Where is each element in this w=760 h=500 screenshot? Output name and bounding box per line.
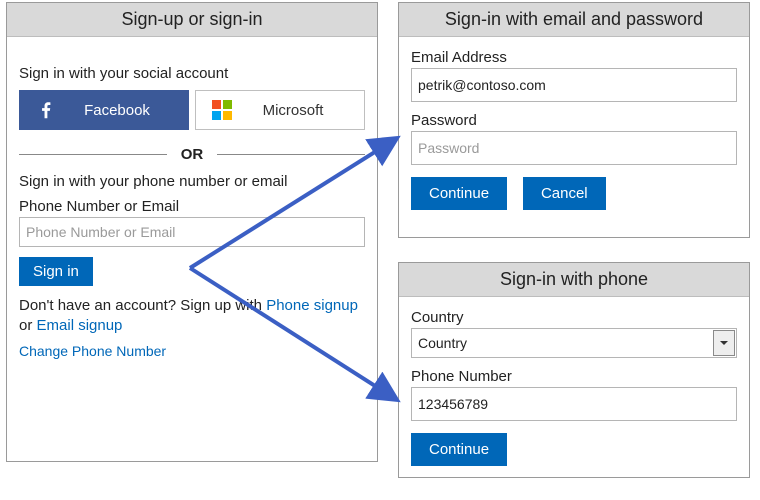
local-field-label: Phone Number or Email	[19, 198, 365, 215]
signup-signin-panel: Sign-up or sign-in Sign in with your soc…	[6, 2, 378, 462]
email-continue-button[interactable]: Continue	[411, 177, 507, 210]
phone-signup-link[interactable]: Phone signup	[266, 297, 358, 314]
country-select[interactable]	[411, 328, 737, 358]
phone-continue-button[interactable]: Continue	[411, 433, 507, 466]
password-input[interactable]	[411, 131, 737, 165]
country-select-wrap	[411, 328, 737, 358]
facebook-signin-button[interactable]: Facebook	[19, 90, 189, 130]
phone-or-email-input[interactable]	[19, 217, 365, 247]
email-buttons-row: Continue Cancel	[411, 177, 737, 210]
signin-email-panel: Sign-in with email and password Email Ad…	[398, 2, 750, 238]
email-input[interactable]	[411, 68, 737, 102]
signup-prefix: Don't have an account? Sign up with	[19, 297, 266, 314]
change-phone-number-link[interactable]: Change Phone Number	[19, 343, 166, 359]
email-signup-link[interactable]: Email signup	[37, 317, 123, 334]
signin-phone-title: Sign-in with phone	[399, 263, 749, 297]
signup-signin-body: Sign in with your social account Faceboo…	[7, 37, 377, 373]
signin-email-title: Sign-in with email and password	[399, 3, 749, 37]
signin-email-body: Email Address Password Continue Cancel	[399, 37, 749, 224]
microsoft-signin-button[interactable]: Microsoft	[195, 90, 365, 130]
local-signin-prompt: Sign in with your phone number or email	[19, 173, 365, 190]
signin-button[interactable]: Sign in	[19, 257, 93, 286]
divider-line-right	[217, 154, 365, 155]
social-buttons-row: Facebook Microsoft	[19, 90, 365, 130]
phone-number-label: Phone Number	[411, 368, 737, 385]
microsoft-icon	[202, 92, 242, 128]
signup-signin-title: Sign-up or sign-in	[7, 3, 377, 37]
social-signin-prompt: Sign in with your social account	[19, 65, 365, 82]
password-label: Password	[411, 112, 737, 129]
country-label: Country	[411, 309, 737, 326]
email-cancel-button[interactable]: Cancel	[523, 177, 606, 210]
facebook-label: Facebook	[66, 102, 182, 119]
signup-text: Don't have an account? Sign up with Phon…	[19, 296, 365, 337]
facebook-icon	[26, 92, 66, 128]
or-word: or	[19, 317, 37, 334]
email-label: Email Address	[411, 49, 737, 66]
phone-number-input[interactable]	[411, 387, 737, 421]
phone-buttons-row: Continue	[411, 433, 737, 466]
microsoft-label: Microsoft	[242, 102, 358, 119]
signin-phone-panel: Sign-in with phone Country Phone Number …	[398, 262, 750, 478]
divider-line-left	[19, 154, 167, 155]
or-divider: OR	[19, 146, 365, 163]
or-text: OR	[167, 146, 218, 163]
signin-phone-body: Country Phone Number Continue	[399, 297, 749, 480]
